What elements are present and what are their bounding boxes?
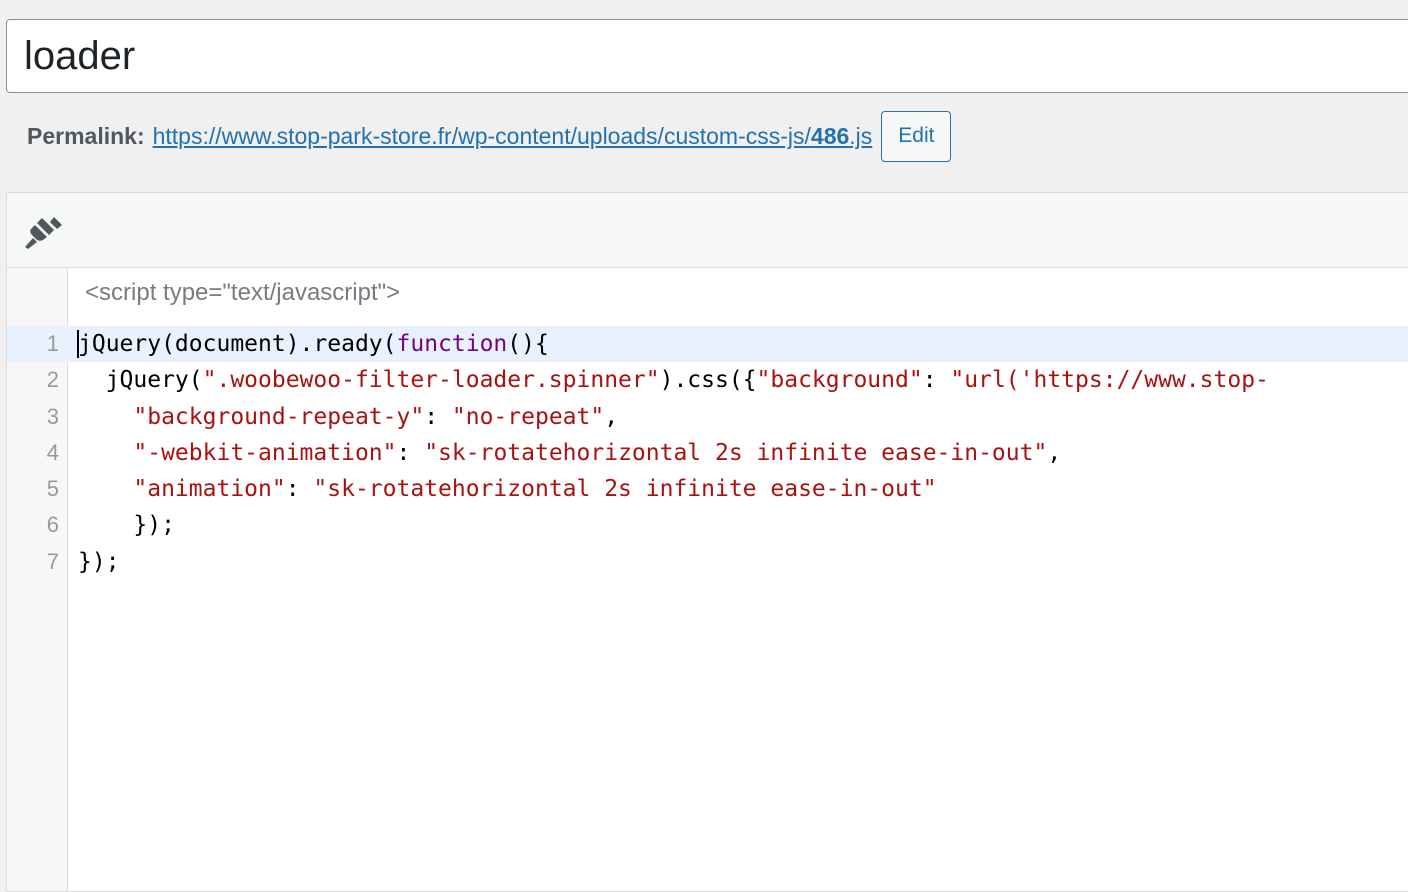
code-line[interactable]: 6 }); [7, 507, 1408, 543]
code-line[interactable]: 2 jQuery(".woobewoo-filter-loader.spinne… [7, 362, 1408, 398]
code-string: "background-repeat-y" [133, 403, 425, 430]
code-text: : [396, 439, 425, 466]
code-text: }); [78, 512, 175, 539]
edit-permalink-button[interactable]: Edit [881, 110, 952, 162]
code-string: "url('https://www.stop- [950, 367, 1269, 394]
permalink-link[interactable]: https://www.stop-park-store.fr/wp-conten… [153, 123, 873, 150]
code-string: "sk-rotatehorizontal 2s infinite ease-in… [424, 439, 1048, 466]
code-line[interactable]: 7}); [7, 544, 1408, 580]
code-text: : [285, 476, 314, 503]
code-text: (){ [507, 331, 549, 357]
code-text: , [604, 403, 619, 430]
code-string: "background" [756, 367, 923, 394]
line-code: jQuery(document).ready(function(){ [78, 326, 549, 362]
line-number: 7 [46, 548, 59, 574]
code-text: jQuery(document).ready( [78, 331, 397, 357]
line-number: 2 [46, 367, 59, 393]
text-cursor [77, 330, 79, 358]
permalink-row: Permalink: https://www.stop-park-store.f… [27, 110, 952, 162]
code-editor-box: <script type="text/javascript"> 1 jQuery(… [6, 192, 1408, 892]
script-open-tag: <script type="text/javascript"> [85, 279, 401, 306]
line-code: "background-repeat-y": "no-repeat", [78, 399, 618, 435]
line-number: 3 [46, 403, 59, 429]
editor-toolbar [7, 193, 1408, 268]
line-code: jQuery(".woobewoo-filter-loader.spinner"… [78, 362, 1269, 398]
code-string: "-webkit-animation" [133, 439, 397, 466]
permalink-url-prefix: https://www.stop-park-store.fr/wp-conten… [152, 122, 811, 149]
code-string: ".woobewoo-filter-loader.spinner" [202, 367, 660, 394]
line-code: "animation": "sk-rotatehorizontal 2s inf… [78, 471, 937, 507]
code-line[interactable]: 3 "background-repeat-y": "no-repeat", [7, 399, 1408, 435]
paintbrush-icon[interactable] [24, 214, 64, 250]
post-title-input[interactable] [7, 20, 1408, 92]
permalink-label: Permalink: [27, 122, 145, 149]
editor-body[interactable]: <script type="text/javascript"> 1 jQuery(… [7, 268, 1408, 891]
code-string: "animation" [133, 476, 286, 503]
code-text: jQuery( [78, 367, 203, 394]
line-number: 1 [46, 331, 59, 356]
line-code: }); [78, 507, 175, 543]
code-text: }); [78, 548, 120, 575]
code-text: , [1047, 439, 1062, 466]
code-text: : [922, 367, 951, 394]
code-lines[interactable]: 1 jQuery(document).ready(function(){2 jQu… [7, 326, 1408, 580]
permalink-url-suffix: .js [849, 122, 873, 149]
code-string: "sk-rotatehorizontal 2s infinite ease-in… [313, 476, 937, 503]
code-text: ).css({ [659, 367, 757, 394]
permalink-url-slug: 486 [810, 122, 850, 149]
line-code: }); [78, 544, 120, 580]
code-string: "no-repeat" [451, 403, 605, 430]
line-number: 5 [46, 476, 59, 502]
post-title-field[interactable] [6, 19, 1408, 93]
code-line[interactable]: 4 "-webkit-animation": "sk-rotatehorizon… [7, 435, 1408, 471]
code-line[interactable]: 1 jQuery(document).ready(function(){ [7, 326, 1408, 363]
code-text: : [424, 403, 452, 430]
line-code: "-webkit-animation": "sk-rotatehorizonta… [78, 435, 1061, 471]
line-number: 6 [46, 512, 59, 538]
code-line[interactable]: 5 "animation": "sk-rotatehorizontal 2s i… [7, 471, 1408, 507]
line-number: 4 [46, 439, 59, 465]
code-keyword: function [396, 331, 508, 357]
